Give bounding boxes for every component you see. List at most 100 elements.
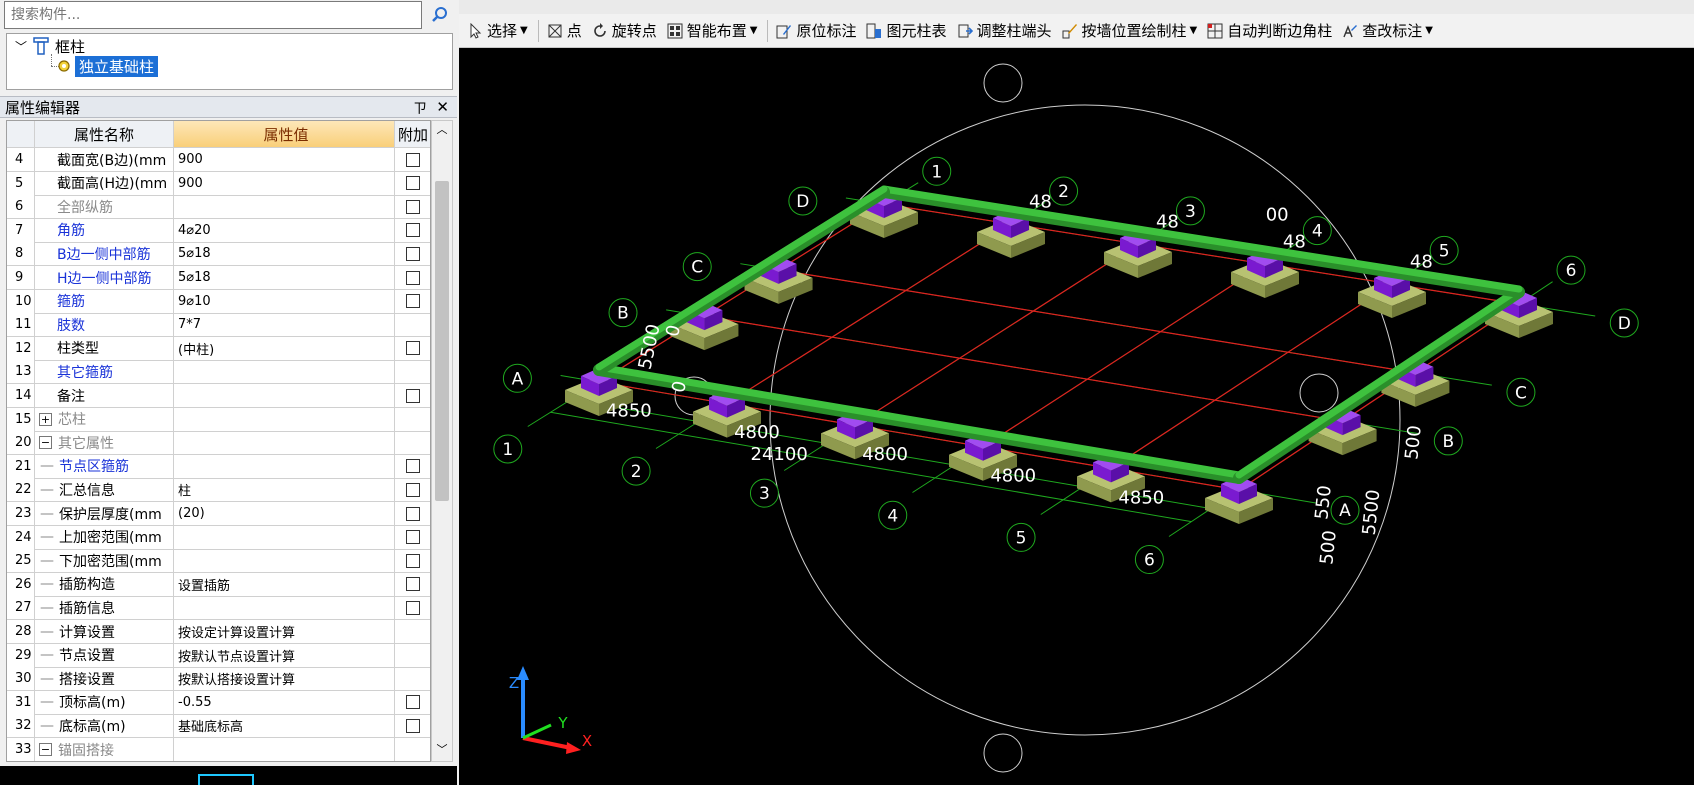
property-value[interactable]: (20)	[174, 502, 395, 525]
property-row[interactable]: 7 角筋 4⌀20	[7, 218, 430, 243]
property-row[interactable]: 6 全部纵筋	[7, 195, 430, 220]
extra-checkbox[interactable]	[406, 459, 420, 474]
extra-checkbox[interactable]	[406, 388, 420, 403]
property-value[interactable]	[174, 360, 395, 384]
property-row[interactable]: 13 其它箍筋	[7, 360, 430, 385]
property-value[interactable]	[174, 549, 395, 573]
collapse-icon[interactable]: −	[39, 436, 52, 450]
property-value[interactable]: 9⌀10	[174, 289, 395, 313]
property-row[interactable]: 25 — 下加密范围(mm	[7, 549, 430, 574]
property-row[interactable]: 4 截面宽(B边)(mm 900	[7, 148, 430, 172]
property-row[interactable]: 14 备注	[7, 384, 430, 408]
property-value[interactable]: 900	[174, 148, 395, 171]
collapse-icon[interactable]: −	[39, 743, 52, 756]
property-value[interactable]	[174, 454, 395, 478]
grid-scrollbar[interactable]: ︿ ﹀	[431, 120, 453, 762]
property-row[interactable]: 26 — 插筋构造 设置插筋	[7, 572, 430, 597]
property-row[interactable]: 28 — 计算设置 按设定计算设置计算	[7, 620, 430, 644]
toolbar-button-smart-layout[interactable]: 智能布置 ▼	[667, 20, 757, 41]
property-value[interactable]: 4⌀20	[174, 218, 395, 242]
extra-checkbox[interactable]	[406, 530, 420, 545]
toolbar-button-column-table[interactable]: 图元柱表	[866, 20, 947, 41]
property-row[interactable]: 29 — 节点设置 按默认节点设置计算	[7, 643, 430, 668]
scroll-thumb[interactable]	[435, 181, 449, 501]
property-row[interactable]: 12 柱类型 (中柱)	[7, 336, 430, 361]
property-row[interactable]: 31 — 顶标高(m) -0.55	[7, 690, 430, 715]
property-value[interactable]: 5⌀18	[174, 242, 395, 266]
property-row[interactable]: 22 — 汇总信息 柱	[7, 478, 430, 503]
toolbar-button-auto-corner[interactable]: 自动判断边角柱	[1207, 20, 1332, 41]
search-button[interactable]	[426, 1, 453, 29]
property-value[interactable]	[174, 195, 395, 219]
chevron-down-icon[interactable]: ﹀	[15, 38, 27, 55]
toolbar-button-rotate[interactable]: 旋转点	[592, 20, 657, 41]
property-row[interactable]: 15 + 芯柱	[7, 407, 430, 432]
expand-icon[interactable]: +	[39, 412, 52, 426]
property-value[interactable]	[174, 596, 395, 620]
toolbar-button-wall-draw[interactable]: 按墙位置绘制柱 ▼	[1062, 20, 1197, 41]
axis-number-bubble: 5	[1439, 241, 1450, 261]
property-value[interactable]: 按默认搭接设置计算	[174, 667, 395, 691]
property-row[interactable]: 33− 锚固搭接	[7, 738, 430, 761]
property-row[interactable]: 11 肢数 7*7	[7, 313, 430, 338]
extra-checkbox[interactable]	[406, 553, 420, 568]
property-value[interactable]: 基础底标高	[174, 714, 395, 738]
property-row[interactable]: 30 — 搭接设置 按默认搭接设置计算	[7, 667, 430, 692]
property-value[interactable]: 7*7	[174, 313, 395, 337]
toolbar-button-edit-annotation[interactable]: 查改标注 ▼	[1342, 20, 1433, 41]
property-row[interactable]: 5 截面高(H边)(mm 900	[7, 171, 430, 196]
property-row[interactable]: 8 B边一侧中部筋 5⌀18	[7, 242, 430, 267]
extra-checkbox[interactable]	[406, 223, 420, 238]
property-value[interactable]: 柱	[174, 478, 395, 502]
property-value[interactable]: 设置插筋	[174, 572, 395, 596]
extra-checkbox[interactable]	[406, 176, 420, 191]
extra-checkbox[interactable]	[406, 577, 420, 592]
extra-checkbox[interactable]	[406, 152, 420, 167]
extra-checkbox[interactable]	[406, 199, 420, 214]
property-row[interactable]: 20− 其它属性	[7, 431, 430, 456]
property-value[interactable]: 900	[174, 171, 395, 195]
property-row[interactable]: 9 H边一侧中部筋 5⌀18	[7, 266, 430, 290]
span-dimension-partial: 00	[1266, 204, 1289, 225]
property-value[interactable]: -0.55	[174, 690, 395, 714]
row-number: 21	[7, 454, 35, 478]
property-value[interactable]	[174, 431, 395, 455]
property-value[interactable]	[174, 525, 395, 549]
pin-button[interactable]: ㄗ	[413, 98, 427, 118]
property-row[interactable]: 23 — 保护层厚度(mm (20)	[7, 502, 430, 526]
tree-node-isolated-footing-column[interactable]: 独立基础柱	[57, 55, 159, 77]
extra-checkbox[interactable]	[406, 718, 420, 733]
close-panel-button[interactable]: ✕	[436, 98, 449, 116]
property-row[interactable]: 10 箍筋 9⌀10	[7, 289, 430, 314]
extra-checkbox[interactable]	[406, 506, 420, 521]
property-row[interactable]: 27 — 插筋信息	[7, 596, 430, 621]
property-row[interactable]: 21 — 节点区箍筋	[7, 454, 430, 479]
property-value[interactable]: 5⌀18	[174, 266, 395, 289]
scroll-up-button[interactable]: ︿	[432, 121, 452, 141]
extra-checkbox[interactable]	[406, 341, 420, 356]
property-row[interactable]: 32 — 底标高(m) 基础底标高	[7, 714, 430, 739]
toolbar-button-adjust-end[interactable]: 调整柱端头	[957, 20, 1052, 41]
property-value[interactable]	[174, 407, 395, 431]
scroll-down-button[interactable]: ﹀	[432, 741, 452, 761]
property-value[interactable]: 按设定计算设置计算	[174, 620, 395, 643]
extra-checkbox[interactable]	[406, 294, 420, 309]
extra-checkbox[interactable]	[406, 695, 420, 710]
property-value[interactable]	[174, 738, 395, 761]
property-row[interactable]: 24 — 上加密范围(mm	[7, 525, 430, 550]
property-value[interactable]	[174, 384, 395, 407]
property-value[interactable]: (中柱)	[174, 336, 395, 360]
3d-viewport[interactable]: 1 2 3 4 5 6 1 2 3 4 5 6 A B C D A B C D 4850 4800 4800 4800 4850…	[459, 48, 1694, 785]
3d-scene[interactable]: 123456123456ABCDABCD48504800480048004850…	[459, 48, 1694, 785]
extra-checkbox[interactable]	[406, 246, 420, 261]
extra-checkbox[interactable]	[406, 482, 420, 497]
toolbar-button-annotate[interactable]: 原位标注	[776, 20, 856, 41]
toolbar-button-point[interactable]: 点	[547, 20, 582, 41]
extra-checkbox[interactable]	[406, 270, 420, 285]
extra-checkbox[interactable]	[406, 600, 420, 615]
axis-letter-bubble: D	[1618, 314, 1631, 334]
property-value[interactable]: 按默认节点设置计算	[174, 643, 395, 667]
search-input[interactable]	[4, 1, 422, 29]
toolbar-button-cursor[interactable]: 选择 ▼	[467, 20, 528, 41]
tree-node-frame-column[interactable]: ﹀ 框柱	[15, 36, 85, 56]
